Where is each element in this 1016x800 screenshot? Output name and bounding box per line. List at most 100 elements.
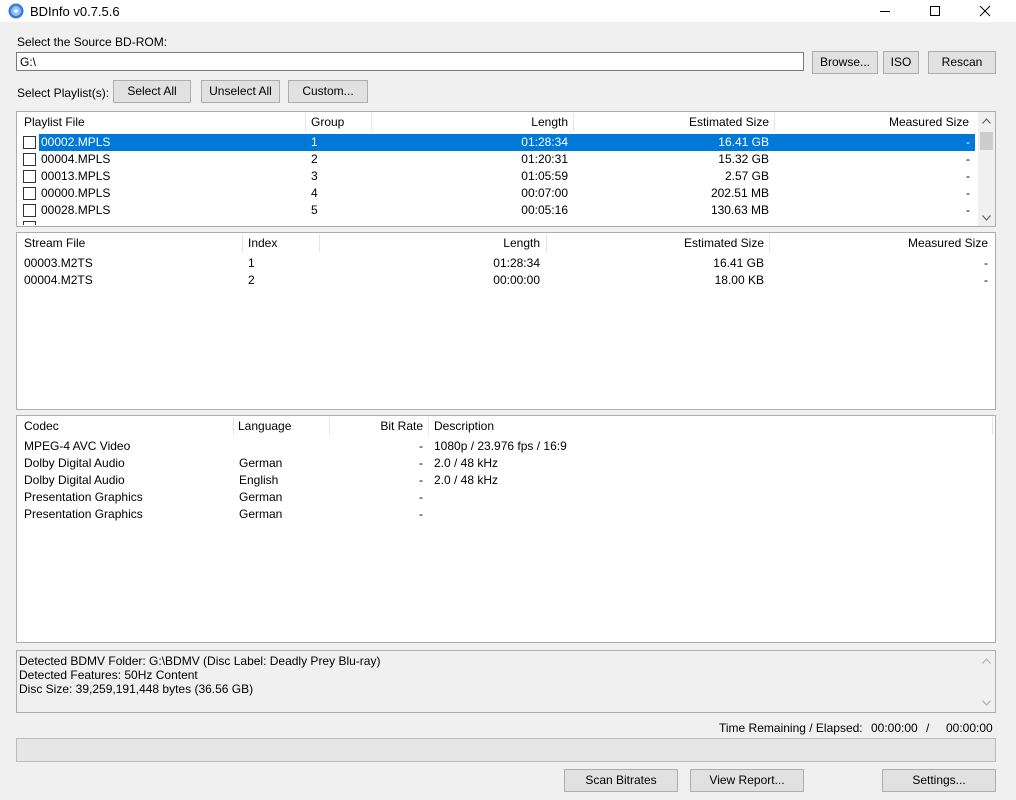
codec-name-cell: Presentation Graphics [24, 490, 143, 504]
playlist-file-cell: 00013.MPLS [41, 169, 111, 183]
col-estimated-size[interactable]: Estimated Size [577, 112, 769, 132]
stream-table[interactable]: Stream File Index Length Estimated Size … [16, 232, 996, 410]
iso-button[interactable]: ISO [883, 51, 919, 74]
close-icon[interactable] [962, 0, 1008, 22]
playlist-group-cell: 5 [311, 203, 318, 217]
codec-row[interactable]: Dolby Digital Audio German -2.0 / 48 kHz [17, 455, 995, 472]
col-description[interactable]: Description [434, 416, 494, 436]
playlist-row[interactable]: 00013.MPLS 3 01:05:59 2.57 GB - [17, 168, 975, 185]
title-bar: BDInfo v0.7.5.6 [0, 0, 1016, 22]
col-bit-rate[interactable]: Bit Rate [337, 416, 423, 436]
codec-description-cell: 2.0 / 48 kHz [434, 473, 499, 487]
col-language[interactable]: Language [238, 416, 291, 436]
disc-info-textbox[interactable]: Detected BDMV Folder: G:\BDMV (Disc Labe… [16, 650, 996, 713]
window-title: BDInfo v0.7.5.6 [30, 4, 120, 19]
playlist-checkbox[interactable] [23, 187, 36, 200]
info-line: Disc Size: 39,259,191,448 bytes (36.56 G… [19, 682, 254, 696]
stream-row[interactable]: 00004.M2TS 2 00:00:00 18.00 KB - [17, 272, 995, 289]
codec-name-cell: Dolby Digital Audio [24, 456, 125, 470]
scroll-down-icon[interactable] [978, 694, 995, 711]
codec-language-cell: German [239, 456, 283, 470]
playlist-row[interactable]: 00000.MPLS 4 00:07:00 202.51 MB - [17, 185, 975, 202]
select-all-button[interactable]: Select All [113, 80, 191, 103]
col-stream-length[interactable]: Length [327, 233, 540, 253]
stream-file-cell: 00004.M2TS [24, 273, 93, 287]
info-scrollbar[interactable] [978, 651, 995, 712]
playlist-checkbox[interactable] [23, 153, 36, 166]
scan-bitrates-button[interactable]: Scan Bitrates [564, 769, 678, 792]
playlist-row-partial[interactable] [17, 219, 975, 225]
playlist-checkbox[interactable] [23, 204, 36, 217]
col-index[interactable]: Index [248, 233, 277, 253]
playlist-length-cell: 01:20:31 [521, 152, 568, 166]
codec-row[interactable]: Presentation Graphics German - [17, 506, 995, 523]
disc-icon [8, 3, 24, 19]
codec-table[interactable]: Codec Language Bit Rate Description MPEG… [16, 415, 996, 643]
col-measured-size[interactable]: Measured Size [777, 112, 969, 132]
playlist-group-cell: 4 [311, 186, 318, 200]
stream-index-cell: 2 [248, 273, 255, 287]
playlist-meas-size-cell: - [966, 186, 970, 200]
browse-button[interactable]: Browse... [812, 51, 878, 74]
playlist-row[interactable]: 00028.MPLS 5 00:05:16 130.63 MB - [17, 202, 975, 219]
rescan-button[interactable]: Rescan [928, 51, 996, 74]
codec-name-cell: Presentation Graphics [24, 507, 143, 521]
stream-file-cell: 00003.M2TS [24, 256, 93, 270]
playlist-row[interactable]: 00004.MPLS 2 01:20:31 15.32 GB - [17, 151, 975, 168]
time-separator: / [926, 721, 930, 735]
info-line: Detected Features: 50Hz Content [19, 668, 198, 682]
playlist-checkbox[interactable] [23, 136, 36, 149]
playlist-length-cell: 01:05:59 [521, 169, 568, 183]
maximize-icon[interactable] [912, 0, 958, 22]
playlist-meas-size-cell: - [966, 135, 970, 149]
codec-name-cell: Dolby Digital Audio [24, 473, 125, 487]
codec-row[interactable]: Dolby Digital Audio English -2.0 / 48 kHz [17, 472, 995, 489]
scroll-down-icon[interactable] [978, 209, 995, 226]
stream-meas-size-cell: - [984, 256, 988, 270]
custom-button[interactable]: Custom... [288, 80, 368, 103]
playlist-file-cell: 00002.MPLS [41, 135, 111, 149]
col-group[interactable]: Group [311, 112, 344, 132]
scroll-thumb[interactable] [980, 132, 993, 150]
stream-length-cell: 00:00:00 [493, 273, 540, 287]
codec-row[interactable]: Presentation Graphics German - [17, 489, 995, 506]
source-path-input[interactable]: G:\ [16, 52, 804, 71]
playlist-table[interactable]: Playlist File Group Length Estimated Siz… [16, 111, 996, 227]
codec-language-cell: German [239, 490, 283, 504]
playlist-meas-size-cell: - [966, 169, 970, 183]
playlist-file-cell: 00000.MPLS [41, 186, 111, 200]
disc-info-text: Detected BDMV Folder: G:\BDMV (Disc Labe… [19, 654, 380, 696]
playlist-row[interactable]: 00002.MPLS 1 01:28:34 16.41 GB - [17, 134, 975, 151]
playlist-length-cell: 00:07:00 [521, 186, 568, 200]
settings-button[interactable]: Settings... [882, 769, 996, 792]
time-remaining: 00:00:00 [871, 721, 918, 735]
playlist-group-cell: 3 [311, 169, 318, 183]
col-stream-estimated-size[interactable]: Estimated Size [557, 233, 764, 253]
scroll-up-icon[interactable] [978, 652, 995, 669]
col-playlist-file[interactable]: Playlist File [24, 112, 85, 132]
info-line: Detected BDMV Folder: G:\BDMV (Disc Labe… [19, 654, 381, 668]
playlist-group-cell: 2 [311, 152, 318, 166]
col-stream-measured-size[interactable]: Measured Size [777, 233, 988, 253]
unselect-all-button[interactable]: Unselect All [201, 80, 280, 103]
playlist-checkbox[interactable] [23, 221, 36, 225]
time-label: Time Remaining / Elapsed: [719, 721, 863, 735]
view-report-button[interactable]: View Report... [690, 769, 804, 792]
scan-progress-bar [16, 738, 996, 762]
playlist-est-size-cell: 130.63 MB [710, 203, 769, 217]
stream-row[interactable]: 00003.M2TS 1 01:28:34 16.41 GB - [17, 255, 995, 272]
scroll-up-icon[interactable] [978, 112, 995, 129]
col-codec[interactable]: Codec [24, 416, 59, 436]
minimize-icon[interactable] [862, 0, 908, 22]
stream-meas-size-cell: - [984, 273, 988, 287]
playlist-scrollbar[interactable] [978, 112, 995, 226]
playlist-length-cell: 00:05:16 [521, 203, 568, 217]
playlist-checkbox[interactable] [23, 170, 36, 183]
playlist-est-size-cell: 15.32 GB [718, 152, 769, 166]
codec-row[interactable]: MPEG-4 AVC Video -1080p / 23.976 fps / 16… [17, 438, 995, 455]
col-stream-file[interactable]: Stream File [24, 233, 85, 253]
playlist-est-size-cell: 2.57 GB [724, 169, 769, 183]
codec-language-cell: German [239, 507, 283, 521]
codec-name-cell: MPEG-4 AVC Video [24, 439, 131, 453]
col-length[interactable]: Length [377, 112, 568, 132]
